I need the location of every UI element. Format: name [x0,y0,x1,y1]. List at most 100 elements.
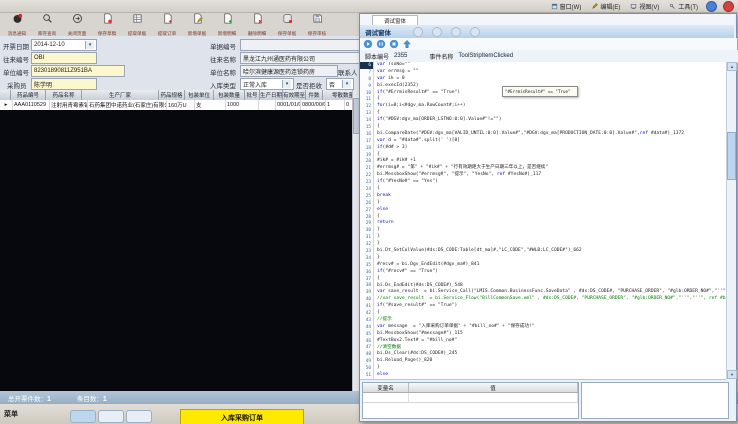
line-number: 49 [360,358,374,365]
code-line: 43//提示 [360,317,726,324]
menu-item[interactable]: 编辑(E) [586,0,625,12]
window-control-icon[interactable] [470,27,480,37]
column-header[interactable]: 有效期至 [283,90,306,100]
scroll-up-icon[interactable]: ▲ [727,62,737,71]
line-number: 15 [360,124,374,131]
line-number: 23 [360,179,374,186]
tab-inbound-purchase-order[interactable]: 入库采购订单 [180,409,304,424]
notify-icon [12,11,23,29]
in-type-label: 入库类型 [210,80,236,90]
code-line: 41if("#save_result#" == "True") [360,303,726,310]
line-number: 14 [360,117,374,124]
vars-column-header[interactable]: 值 [409,383,578,392]
column-header[interactable]: 生产厂家 [82,90,159,100]
chevron-down-icon[interactable]: ▾ [342,80,351,88]
grid-cell: 支 [195,100,226,110]
code-text: #TextBox2.Text# = "#bill_no#" [374,338,457,345]
partner-no-input[interactable]: OBI [31,52,97,64]
debug-stop-icon[interactable] [389,39,399,49]
invoice-date-label: 开票日期 [3,41,29,51]
code-text: var d = "#data#".split(' ')[0] [374,138,460,145]
code-vertical-scrollbar[interactable]: ▲ ▼ [726,62,735,379]
code-line: 15{ [360,124,726,131]
toolbar-button[interactable]: 库存查询 [32,13,62,35]
theme-ball-icon[interactable] [706,1,717,12]
debug-run-icon[interactable] [363,39,373,49]
search-icon [42,11,53,29]
toolbar-button[interactable]: 保存单据 [272,13,302,35]
quick-button-1[interactable] [70,410,96,423]
bill-no-label: 单据编号 [210,41,236,51]
unit-no-value: 82301890811Z951BA [34,68,92,74]
code-line: 42{ [360,310,726,317]
line-number: 34 [360,255,374,262]
doc-add-icon [222,11,233,29]
row-selector-header[interactable] [0,90,11,100]
debug-title-bar[interactable]: 调试窗体 [360,25,734,38]
toolbar-button[interactable]: 提取单据 [122,13,152,35]
vars-column-header[interactable]: 变量名 [363,383,409,392]
window-control-icon[interactable] [432,27,442,37]
toolbar-button[interactable]: 关闭页面 [62,13,92,35]
grid-cell: 注射用青霉素钠 [50,100,88,110]
toolbar-button[interactable]: 删除明细 [242,13,272,35]
code-editor[interactable]: 6var TsxNo=""7var errmsg = ""8var ik = 0… [360,62,726,380]
toolbar-button[interactable]: 保存草稿 [92,13,122,35]
screen: 窗口(W)编辑(E)视图(V)工具(T) 消息通知库存查询关闭页面保存草稿提取单… [0,0,738,424]
window-icon [551,3,558,10]
row-selector[interactable]: ▸ [0,100,13,110]
column-header[interactable]: 包装单位 [185,90,214,100]
code-scrollbar-thumb[interactable] [727,132,736,180]
menu-item[interactable]: 工具(T) [664,0,703,12]
unit-no-input[interactable]: 82301890811Z951BA [31,65,125,77]
invoice-date-input[interactable]: 2014-12-10 ▾ [31,39,97,51]
chevron-down-icon[interactable]: ▾ [85,41,94,49]
grid-cell [259,100,276,110]
quick-button-2[interactable] [98,410,124,423]
debug-pause-icon[interactable] [376,39,386,49]
total-count-stat: 总开票件数：1 [8,393,51,403]
toolbar-button[interactable]: 保存审核 [302,13,332,35]
code-line: 12for(i=0;i<#dgv_ma.RowCount#;i++) [360,103,726,110]
menu-item[interactable]: 视图(V) [625,0,664,12]
scroll-down-icon[interactable]: ▼ [727,370,737,379]
reject-label: 是否拒收 [296,80,322,90]
close-app-icon[interactable] [723,1,734,12]
column-header[interactable]: 药品名称 [46,90,82,100]
debug-up-icon[interactable] [402,39,412,49]
toolbar-button[interactable]: 新增单据 [182,13,212,35]
variables-table[interactable]: 变量名值 [362,382,579,419]
menu-button[interactable]: 菜单 [4,409,18,419]
window-control-icon[interactable] [413,27,423,37]
code-line: 34} [360,255,726,262]
column-header[interactable]: 件数 [306,90,323,100]
view-icon [630,3,637,10]
buyer-input[interactable]: 陈学明 [31,78,97,90]
quick-button-3[interactable] [126,410,152,423]
column-header[interactable]: 包装数量 [214,90,245,100]
script-no-label: 脚本编号 [365,52,389,61]
unit-name-input[interactable]: 哈尔滨健康源医药连锁药房 [240,65,338,77]
code-line: 14if("#DGV:dgv_ma[ORDER_LSTNO:0:0].Value… [360,117,726,124]
in-type-select[interactable]: 正常入库 ▾ [240,78,294,90]
toolbar-button[interactable]: 消息通知 [2,13,32,35]
column-header[interactable]: 批号 [245,90,260,100]
reject-select[interactable]: 否 ▾ [326,78,354,90]
buyer-value: 陈学明 [34,80,52,89]
column-header[interactable]: 药品编号 [11,90,46,100]
code-line: 29return [360,220,726,227]
chevron-down-icon[interactable]: ▾ [282,80,291,88]
line-number: 36 [360,269,374,276]
code-line: 44var message = "入库采购订单单据" + "#bill_no#"… [360,324,726,331]
line-number: 18 [360,145,374,152]
menu-item[interactable]: 窗口(W) [546,0,587,12]
output-panel[interactable] [581,382,729,419]
variables-table-header: 变量名值 [363,383,578,393]
toolbar-button[interactable]: 提取订单 [152,13,182,35]
event-name-value: ToolStripItemClicked [458,53,513,59]
toolbar-button[interactable]: 新增明细 [212,13,242,35]
window-control-icon[interactable] [451,27,461,37]
column-header[interactable]: 药品规格 [159,90,185,100]
variables-table-row[interactable] [363,393,578,403]
column-header[interactable]: 生产日期 [260,90,283,100]
